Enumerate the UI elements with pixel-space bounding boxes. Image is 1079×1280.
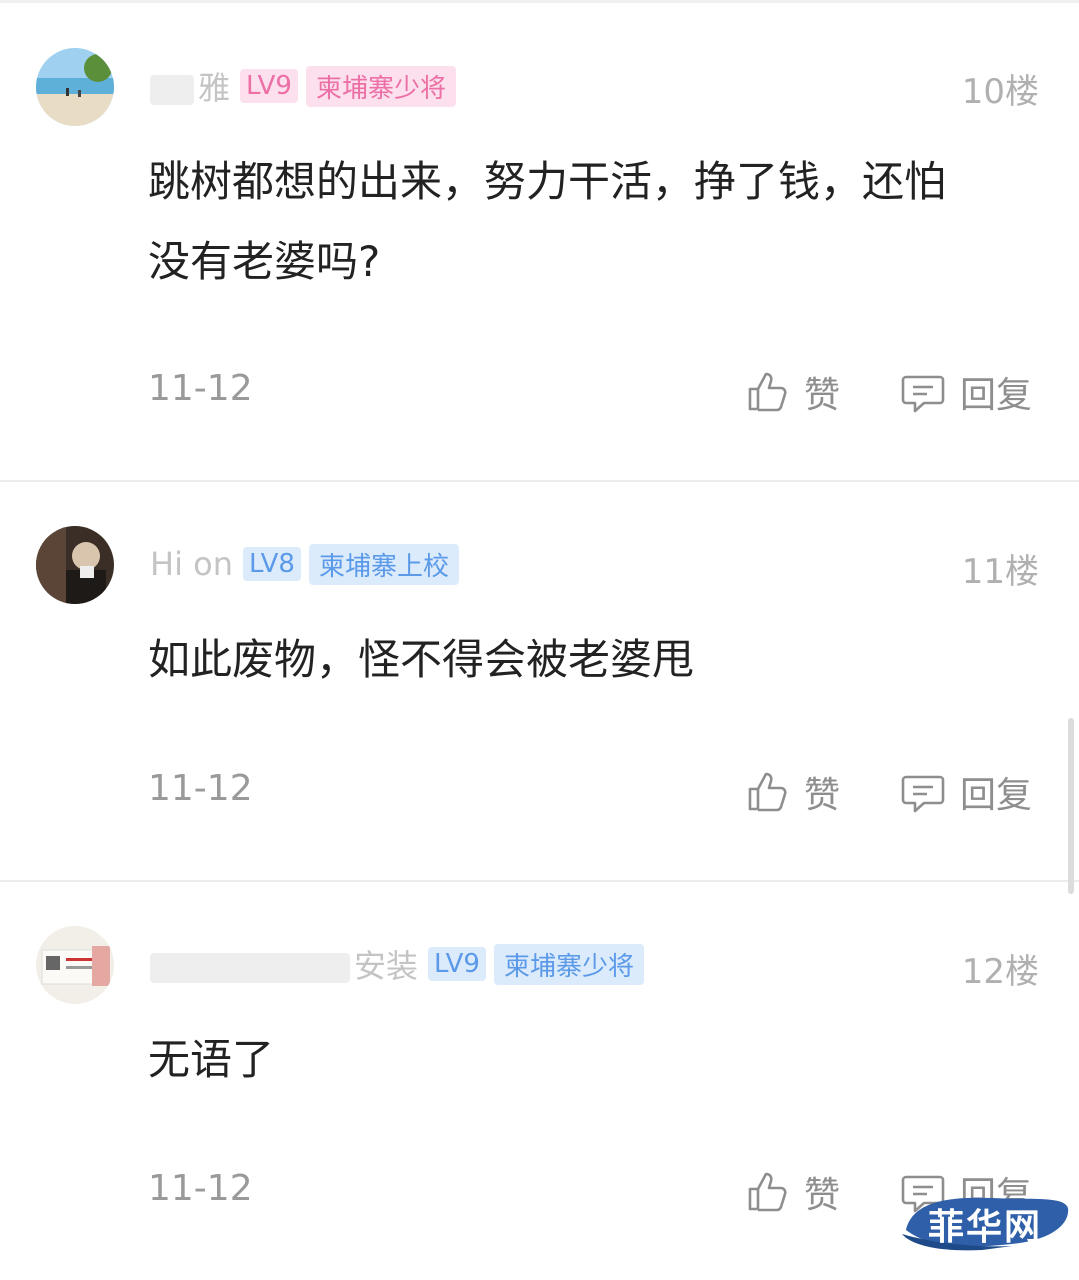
- avatar[interactable]: [36, 48, 114, 126]
- comment-item: Hi on LV8 柬埔寨上校 11楼 如此废物，怪不得会被老婆甩 11-12 …: [0, 480, 1079, 880]
- rank-badge: 柬埔寨上校: [308, 543, 459, 585]
- comment-text: 跳树都想的出来，努力干活，挣了钱，还怕没有老婆吗?: [148, 157, 947, 286]
- like-button[interactable]: 赞: [744, 766, 840, 818]
- avatar[interactable]: [36, 526, 114, 604]
- thumbs-up-icon: [748, 372, 787, 412]
- comment-date: 11-12: [148, 1168, 253, 1209]
- username[interactable]: 安装: [150, 941, 418, 987]
- rank-badge: 柬埔寨少将: [493, 943, 644, 985]
- level-badge: LV8: [242, 547, 301, 581]
- comment-header: Hi on LV8 柬埔寨上校: [150, 543, 459, 585]
- comment-bubble-icon: [901, 375, 945, 413]
- avatar[interactable]: [36, 926, 114, 1004]
- rank-badge: 柬埔寨少将: [305, 65, 456, 107]
- comment-header: 安装 LV9 柬埔寨少将: [150, 941, 644, 987]
- comment-date: 11-12: [148, 768, 253, 809]
- reply-button[interactable]: 回复: [900, 366, 1032, 418]
- comment-text: 如此废物，怪不得会被老婆甩: [148, 635, 695, 684]
- floor-number: 10楼: [961, 72, 1039, 112]
- like-label: 赞: [804, 1175, 841, 1216]
- thumbs-up-icon: [748, 772, 787, 812]
- level-badge: LV9: [428, 947, 486, 981]
- comment-header: 雅 LV9 柬埔寨少将: [150, 63, 456, 109]
- floor-number: 11楼: [961, 552, 1039, 592]
- watermark-logo: 菲华网: [902, 1190, 1070, 1252]
- like-label: 赞: [804, 775, 841, 816]
- floor-number: 12楼: [961, 952, 1039, 992]
- thumbs-up-icon: [748, 1172, 787, 1212]
- reply-button[interactable]: 回复: [900, 766, 1032, 818]
- comment-date: 11-12: [148, 368, 253, 409]
- reply-label: 回复: [960, 775, 1033, 816]
- watermark-text: 菲华网: [928, 1206, 1043, 1248]
- comment-text: 无语了: [148, 1035, 275, 1084]
- username[interactable]: Hi on: [150, 545, 233, 583]
- comment-item: 雅 LV9 柬埔寨少将 10楼 跳树都想的出来，努力干活，挣了钱，还怕没有老婆吗…: [0, 0, 1079, 416]
- like-button[interactable]: 赞: [744, 1166, 840, 1218]
- username[interactable]: 雅: [150, 63, 230, 109]
- like-button[interactable]: 赞: [744, 366, 840, 418]
- level-badge: LV9: [240, 69, 298, 103]
- reply-label: 回复: [960, 375, 1033, 416]
- scrollbar[interactable]: [1068, 718, 1074, 894]
- comment-bubble-icon: [901, 775, 945, 813]
- like-label: 赞: [804, 375, 841, 416]
